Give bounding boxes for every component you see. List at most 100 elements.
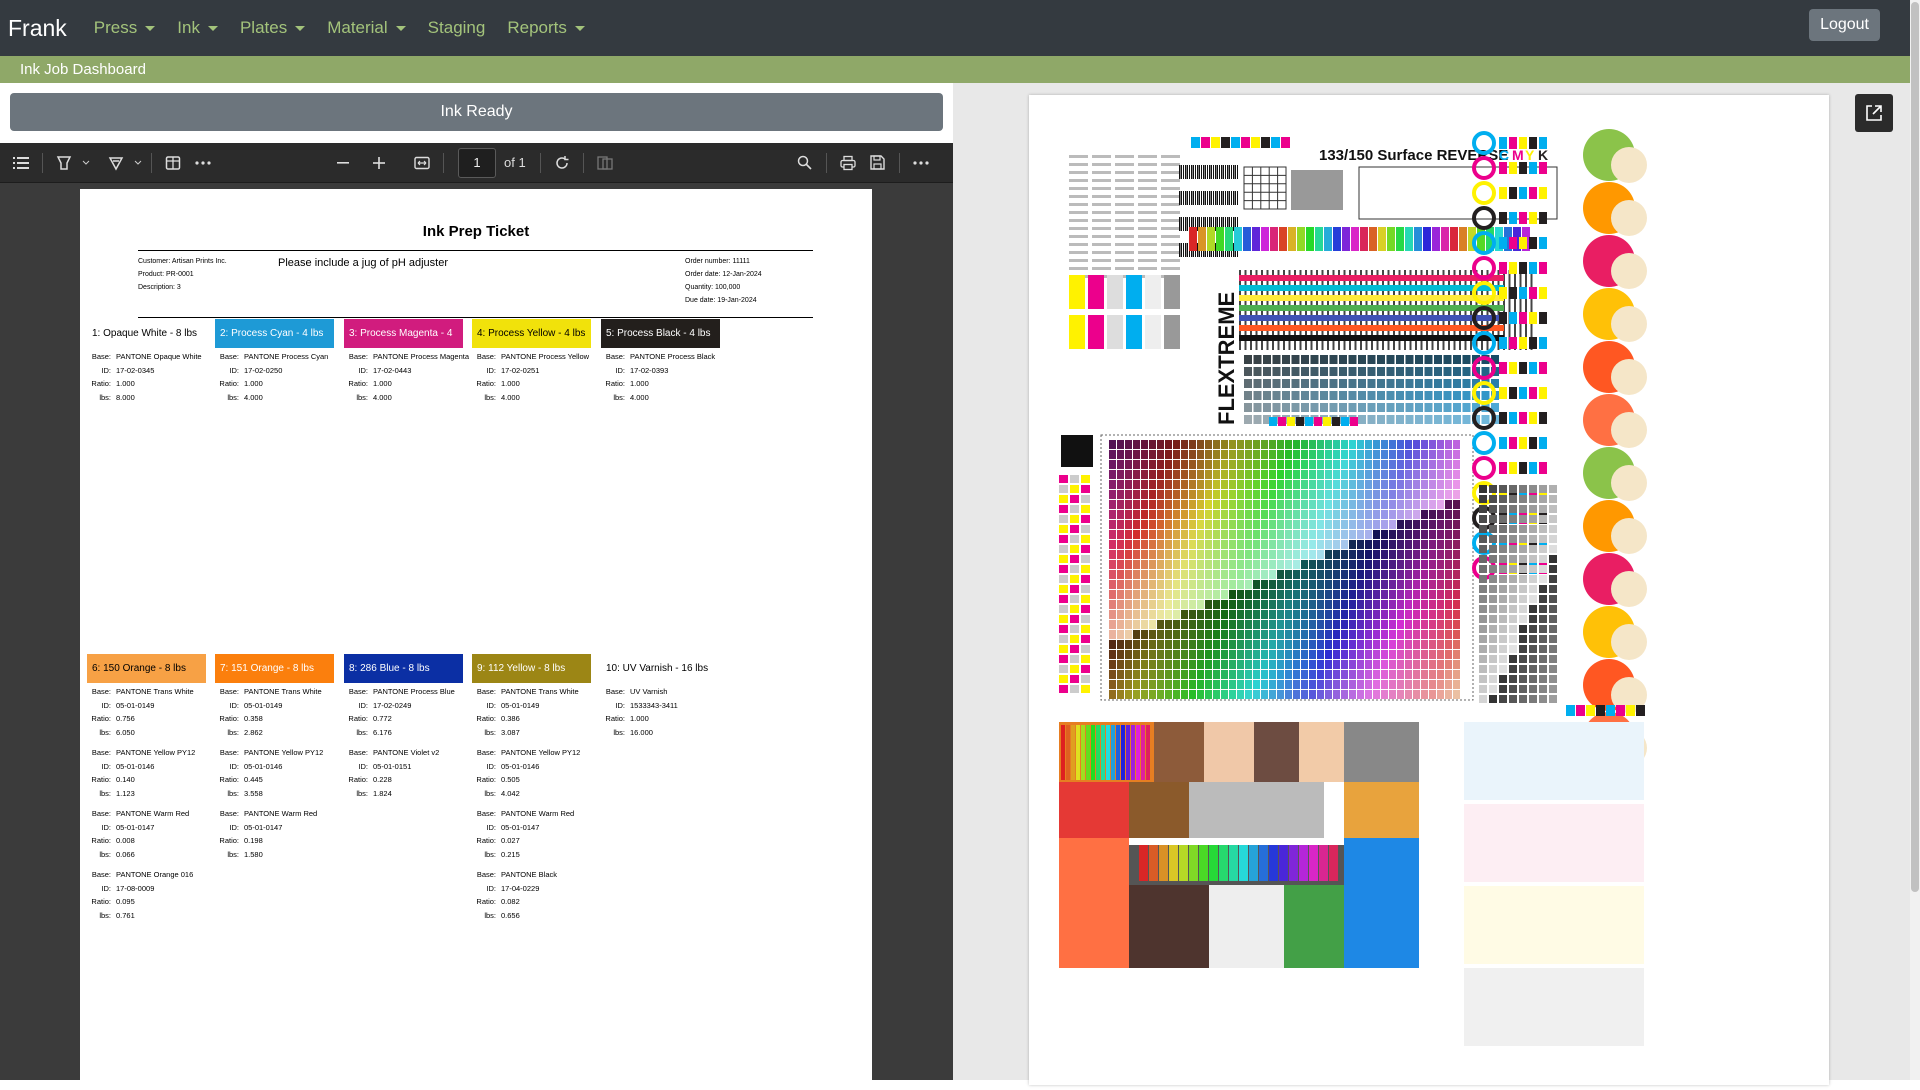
test-chart-mark: [1181, 630, 1188, 639]
search-icon[interactable]: [790, 148, 820, 178]
test-chart-mark: [1107, 275, 1123, 309]
test-chart-mark: [1424, 403, 1433, 412]
page-number-input[interactable]: 1: [458, 147, 496, 178]
test-chart-mark: [1221, 165, 1223, 179]
test-chart-mark: [1245, 610, 1252, 619]
test-chart-mark: [1341, 450, 1348, 459]
open-external-button[interactable]: [1855, 94, 1893, 132]
test-chart-mark: [1319, 845, 1328, 881]
test-chart-mark: [1070, 675, 1079, 683]
test-chart-mark: [1539, 387, 1547, 399]
scrollbar-thumb[interactable]: [1911, 2, 1919, 892]
test-chart-mark: [1115, 259, 1134, 262]
nav-item-ink[interactable]: Ink: [177, 18, 218, 38]
test-chart-mark: [1405, 670, 1412, 679]
ink-ready-button[interactable]: Ink Ready: [10, 93, 943, 131]
field-label: lbs:: [99, 788, 111, 798]
minus-icon[interactable]: [328, 148, 358, 178]
test-chart-mark: [1349, 580, 1356, 589]
test-chart-mark: [1529, 525, 1537, 533]
test-chart-mark: [1109, 640, 1116, 649]
test-chart-mark: [1301, 520, 1308, 529]
test-chart-mark: [1205, 540, 1212, 549]
chevron-down-icon[interactable]: [79, 148, 93, 178]
ink-base-lbs-row: lbs: 1.123: [81, 787, 195, 801]
nav-item-material[interactable]: Material: [327, 18, 406, 38]
nav-item-reports[interactable]: Reports: [507, 18, 585, 38]
test-chart-mark: [1357, 550, 1364, 559]
brand-logo[interactable]: Frank: [8, 15, 67, 42]
test-chart-mark: [1229, 845, 1238, 881]
test-chart-mark: [1149, 550, 1156, 559]
test-chart-mark: [1253, 540, 1260, 549]
ink-base-ratio-row: Ratio: 0.027: [466, 834, 580, 848]
test-chart-mark: [1397, 480, 1404, 489]
logout-button[interactable]: Logout: [1809, 9, 1880, 41]
fit-width-icon[interactable]: [407, 148, 437, 178]
test-chart-mark: [1179, 243, 1181, 257]
test-chart-mark: [1397, 650, 1404, 659]
test-chart-mark: [1245, 650, 1252, 659]
field-label: ID:: [101, 365, 111, 375]
test-chart-mark: [1357, 600, 1364, 609]
test-chart-mark: [1193, 165, 1194, 179]
print-icon[interactable]: [833, 148, 863, 178]
test-chart-mark: [1499, 555, 1507, 563]
test-chart-mark: [1519, 337, 1527, 349]
test-chart-mark: [1539, 535, 1547, 543]
test-chart-mark: [1245, 630, 1252, 639]
field-label: lbs:: [613, 392, 625, 402]
rotate-icon[interactable]: [547, 148, 577, 178]
test-chart-mark: [1509, 212, 1517, 224]
test-chart-mark: [1499, 545, 1507, 553]
test-chart-mark: [1325, 660, 1332, 669]
test-chart-mark: [1489, 695, 1497, 703]
draw-icon[interactable]: [101, 148, 131, 178]
test-chart-mark: [1349, 680, 1356, 689]
chevron-down-icon[interactable]: [131, 148, 145, 178]
test-chart-mark: [1357, 500, 1364, 509]
test-chart-mark: [1253, 520, 1260, 529]
list-icon[interactable]: [6, 148, 36, 178]
test-chart-mark: [1389, 530, 1396, 539]
test-chart-mark: [1386, 415, 1395, 424]
test-chart-mark: [1519, 685, 1527, 693]
test-chart-mark: [1429, 520, 1436, 529]
more-icon[interactable]: [188, 148, 218, 178]
test-chart-mark: [1413, 520, 1420, 529]
test-chart-mark: [1489, 565, 1497, 573]
highlighter-icon[interactable]: [49, 148, 79, 178]
test-chart-mark: [1389, 540, 1396, 549]
plus-icon[interactable]: [364, 148, 394, 178]
test-chart-mark: [1317, 600, 1324, 609]
nav-item-plates[interactable]: Plates: [240, 18, 306, 38]
cmyk-letter: Y: [1525, 147, 1535, 163]
test-chart-mark: [1357, 560, 1364, 569]
test-chart-mark: [1092, 195, 1111, 198]
test-chart-mark: [1389, 490, 1396, 499]
test-chart-mark: [1229, 620, 1236, 629]
layout-icon[interactable]: [158, 148, 188, 178]
test-chart-mark: [1341, 530, 1348, 539]
test-chart-mark: [1233, 165, 1235, 179]
test-chart-mark: [1282, 367, 1290, 376]
test-chart-mark: [1357, 510, 1364, 519]
test-chart-mark: [1133, 480, 1140, 489]
test-chart-mark: [1253, 580, 1260, 589]
save-icon[interactable]: [863, 148, 893, 178]
field-label: ID:: [229, 700, 239, 710]
page-scrollbar[interactable]: [1910, 0, 1920, 1080]
test-chart-mark: [1432, 227, 1440, 251]
artwork-pane: 133/150 Surface REVERSE C M Y K FLEXTREME: [953, 83, 1910, 1085]
test-chart-mark: [1165, 600, 1172, 609]
test-chart-mark: [1429, 440, 1436, 449]
test-chart-mark: [1133, 540, 1140, 549]
nav-item-press[interactable]: Press: [94, 18, 156, 38]
more-icon[interactable]: [906, 148, 936, 178]
nav-item-staging[interactable]: Staging: [428, 18, 486, 38]
field-label: ID:: [615, 700, 625, 710]
test-chart-mark: [1301, 403, 1309, 412]
test-chart-mark: [1269, 417, 1277, 426]
test-chart-mark: [1325, 470, 1332, 479]
test-chart-mark: [1069, 315, 1085, 349]
